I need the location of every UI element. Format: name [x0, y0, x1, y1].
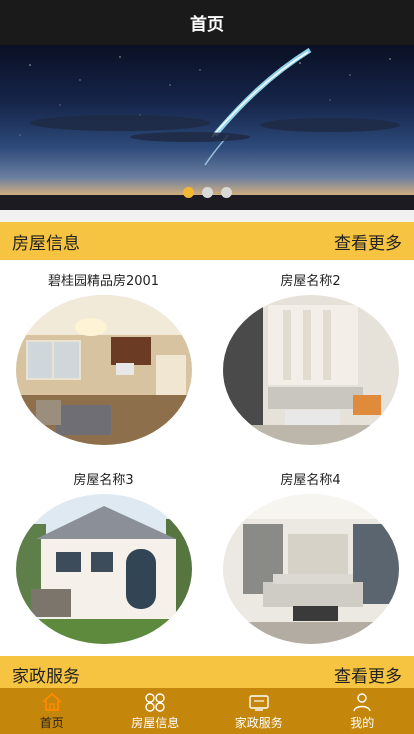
- house-view-more-link[interactable]: 查看更多: [334, 229, 402, 254]
- tab-label: 我的: [350, 715, 375, 730]
- house-section-header: 房屋信息 查看更多: [0, 222, 414, 260]
- tab-house-info[interactable]: 房屋信息: [104, 688, 208, 734]
- house-card[interactable]: 房屋名称4: [207, 472, 414, 644]
- house-section-title: 房屋信息: [12, 233, 80, 254]
- carousel-dot[interactable]: [201, 187, 213, 198]
- tab-mine[interactable]: 我的: [311, 688, 414, 734]
- banner-carousel[interactable]: [0, 45, 414, 210]
- house-name: 房屋名称4: [280, 473, 341, 488]
- carousel-dot[interactable]: [182, 187, 194, 198]
- house-photo: [15, 295, 192, 445]
- bottom-tab-bar: 首页 房屋信息 家政服务 我的: [0, 688, 414, 734]
- page-header: 首页: [0, 0, 414, 45]
- service-section-header: 家政服务 查看更多: [0, 656, 414, 692]
- page-title: 首页: [190, 15, 224, 35]
- tab-home[interactable]: 首页: [0, 688, 104, 734]
- house-name: 房屋名称3: [73, 473, 134, 488]
- tab-housekeeping[interactable]: 家政服务: [207, 688, 311, 734]
- service-view-more-link[interactable]: 查看更多: [334, 662, 402, 687]
- house-photo: [15, 494, 192, 644]
- house-name: 碧桂园精品房2001: [47, 274, 160, 289]
- house-card[interactable]: 房屋名称3: [0, 472, 207, 644]
- house-photo: [222, 494, 399, 644]
- tab-label: 家政服务: [234, 715, 283, 730]
- house-card[interactable]: 碧桂园精品房2001: [0, 273, 207, 445]
- home-icon: [42, 692, 62, 711]
- carousel-dots: [0, 187, 414, 198]
- grid-icon: [145, 692, 165, 712]
- tab-label: 首页: [39, 715, 64, 730]
- carousel-dot[interactable]: [220, 187, 232, 198]
- tv-icon: [249, 694, 269, 711]
- house-photo: [222, 295, 399, 445]
- banner-image: [0, 47, 414, 210]
- service-section-title: 家政服务: [12, 666, 80, 687]
- house-name: 房屋名称2: [280, 274, 341, 289]
- section-divider: [0, 210, 414, 222]
- tab-label: 房屋信息: [131, 715, 180, 730]
- user-icon: [353, 692, 371, 711]
- house-card[interactable]: 房屋名称2: [207, 273, 414, 445]
